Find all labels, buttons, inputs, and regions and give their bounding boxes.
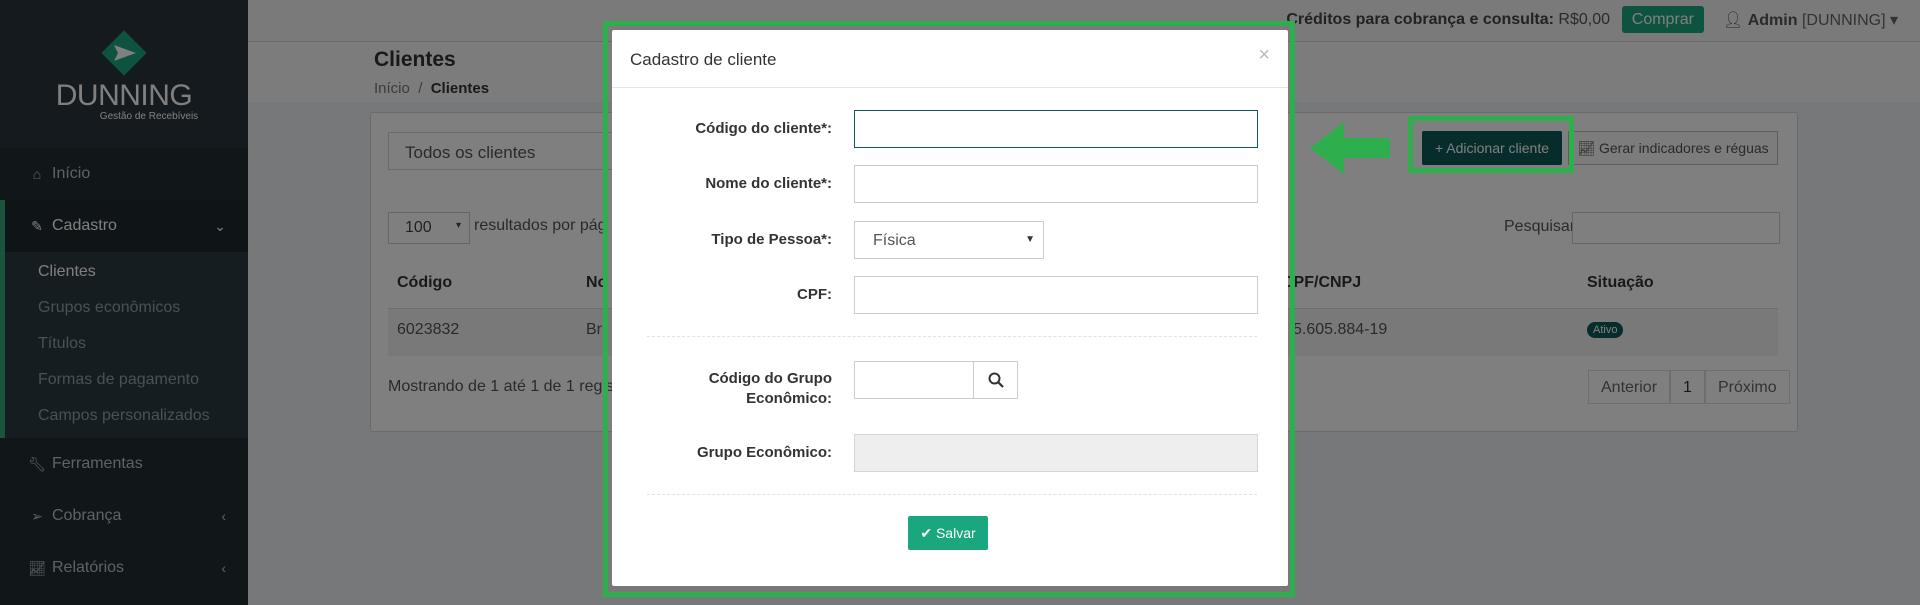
arrow-left-icon — [1310, 122, 1390, 174]
modal-highlight-annotation — [603, 21, 1295, 597]
add-button-highlight-annotation — [1408, 116, 1574, 173]
